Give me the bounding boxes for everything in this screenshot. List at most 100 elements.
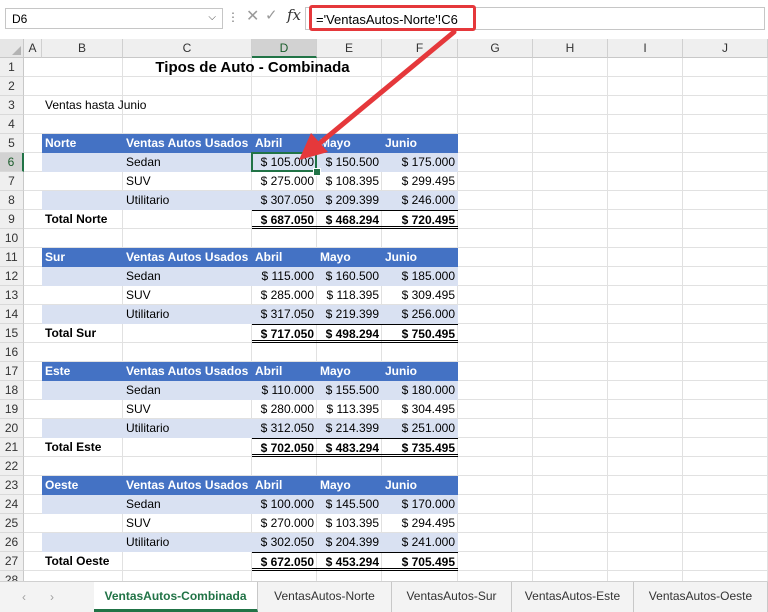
insert-function-icon[interactable]: fx <box>287 6 301 24</box>
region-header[interactable]: Este <box>42 362 123 381</box>
sheet-subtitle[interactable]: Ventas hasta Junio <box>42 96 252 115</box>
table-cell[interactable]: SUV <box>123 286 252 305</box>
table-cell[interactable]: Utilitario <box>123 305 252 324</box>
table-cell[interactable]: SUV <box>123 400 252 419</box>
total-cell[interactable]: $ 750.495 <box>382 324 458 343</box>
table-cell[interactable]: Utilitario <box>123 419 252 438</box>
total-label[interactable]: Total Sur <box>42 324 123 343</box>
row-header[interactable]: 27 <box>0 552 24 571</box>
table-header[interactable]: Junio <box>382 134 458 153</box>
total-cell[interactable]: $ 672.050 <box>252 552 317 571</box>
table-header[interactable]: Mayo <box>317 134 382 153</box>
tab-ventasautos-sur[interactable]: VentasAutos-Sur <box>392 582 512 612</box>
fill-handle[interactable] <box>313 168 321 176</box>
select-all-corner[interactable] <box>0 39 24 58</box>
table-header[interactable]: Ventas Autos Usados <box>123 248 252 267</box>
column-header[interactable]: A <box>24 39 42 58</box>
column-header[interactable]: F <box>382 39 458 58</box>
column-header[interactable]: J <box>683 39 768 58</box>
column-header[interactable]: C <box>123 39 252 58</box>
row-header[interactable]: 25 <box>0 514 24 533</box>
row-header[interactable]: 26 <box>0 533 24 552</box>
table-cell[interactable] <box>42 286 123 305</box>
row-header[interactable]: 28 <box>0 571 24 581</box>
total-label[interactable]: Total Este <box>42 438 123 457</box>
table-cell[interactable]: $ 145.500 <box>317 495 382 514</box>
column-header[interactable]: E <box>317 39 382 58</box>
table-cell[interactable]: $ 304.495 <box>382 400 458 419</box>
total-cell[interactable]: $ 468.294 <box>317 210 382 229</box>
region-header[interactable]: Oeste <box>42 476 123 495</box>
column-header[interactable]: I <box>608 39 683 58</box>
table-cell[interactable]: $ 270.000 <box>252 514 317 533</box>
tab-ventasautos-oeste[interactable]: VentasAutos-Oeste <box>634 582 768 612</box>
total-cell[interactable]: $ 735.495 <box>382 438 458 457</box>
table-cell[interactable]: $ 294.495 <box>382 514 458 533</box>
row-header[interactable]: 3 <box>0 96 24 115</box>
column-header[interactable]: B <box>42 39 123 58</box>
table-cell[interactable]: $ 246.000 <box>382 191 458 210</box>
row-header[interactable]: 8 <box>0 191 24 210</box>
total-cell[interactable]: $ 498.294 <box>317 324 382 343</box>
table-cell[interactable]: $ 312.050 <box>252 419 317 438</box>
row-header[interactable]: 4 <box>0 115 24 134</box>
table-header[interactable]: Mayo <box>317 476 382 495</box>
row-header[interactable]: 20 <box>0 419 24 438</box>
table-cell[interactable] <box>42 172 123 191</box>
region-header[interactable]: Sur <box>42 248 123 267</box>
row-header[interactable]: 14 <box>0 305 24 324</box>
table-cell[interactable] <box>42 381 123 400</box>
name-box[interactable]: D6 ⌵ <box>5 8 223 29</box>
table-cell[interactable]: SUV <box>123 172 252 191</box>
row-header[interactable]: 18 <box>0 381 24 400</box>
column-header[interactable]: G <box>458 39 533 58</box>
table-cell[interactable]: $ 219.399 <box>317 305 382 324</box>
table-cell[interactable]: $ 160.500 <box>317 267 382 286</box>
row-header[interactable]: 10 <box>0 229 24 248</box>
table-cell[interactable]: $ 113.395 <box>317 400 382 419</box>
total-cell[interactable]: $ 687.050 <box>252 210 317 229</box>
row-header[interactable]: 16 <box>0 343 24 362</box>
table-header[interactable]: Junio <box>382 476 458 495</box>
table-cell[interactable] <box>42 267 123 286</box>
region-header[interactable]: Norte <box>42 134 123 153</box>
table-header[interactable]: Junio <box>382 362 458 381</box>
table-cell[interactable]: $ 241.000 <box>382 533 458 552</box>
table-cell[interactable]: $ 256.000 <box>382 305 458 324</box>
row-header[interactable]: 17 <box>0 362 24 381</box>
table-cell[interactable] <box>42 400 123 419</box>
chevron-down-icon[interactable]: ⌵ <box>208 12 216 23</box>
table-cell[interactable]: $ 299.495 <box>382 172 458 191</box>
row-header[interactable]: 1 <box>0 58 24 77</box>
table-cell[interactable]: $ 307.050 <box>252 191 317 210</box>
row-header[interactable]: 24 <box>0 495 24 514</box>
row-header[interactable]: 2 <box>0 77 24 96</box>
row-header[interactable]: 12 <box>0 267 24 286</box>
table-cell[interactable]: $ 251.000 <box>382 419 458 438</box>
table-cell[interactable] <box>42 153 123 172</box>
table-cell[interactable]: Sedan <box>123 267 252 286</box>
table-cell[interactable]: $ 100.000 <box>252 495 317 514</box>
table-header[interactable]: Abril <box>252 476 317 495</box>
tab-ventasautos-este[interactable]: VentasAutos-Este <box>512 582 634 612</box>
table-cell[interactable]: $ 150.500 <box>317 153 382 172</box>
row-header[interactable]: 13 <box>0 286 24 305</box>
table-cell[interactable] <box>42 191 123 210</box>
total-cell[interactable]: $ 717.050 <box>252 324 317 343</box>
table-cell[interactable]: $ 285.000 <box>252 286 317 305</box>
table-cell[interactable]: $ 317.050 <box>252 305 317 324</box>
table-header[interactable]: Abril <box>252 362 317 381</box>
table-cell[interactable]: $ 280.000 <box>252 400 317 419</box>
table-cell[interactable]: Sedan <box>123 381 252 400</box>
table-cell[interactable]: Utilitario <box>123 533 252 552</box>
table-cell[interactable]: $ 170.000 <box>382 495 458 514</box>
table-cell[interactable]: Sedan <box>123 495 252 514</box>
table-header[interactable]: Junio <box>382 248 458 267</box>
table-cell[interactable]: $ 209.399 <box>317 191 382 210</box>
table-cell[interactable] <box>42 495 123 514</box>
tab-prev-icon[interactable]: ‹ <box>22 590 26 604</box>
table-header[interactable]: Abril <box>252 134 317 153</box>
row-header[interactable]: 15 <box>0 324 24 343</box>
row-header[interactable]: 23 <box>0 476 24 495</box>
table-cell[interactable]: $ 309.495 <box>382 286 458 305</box>
